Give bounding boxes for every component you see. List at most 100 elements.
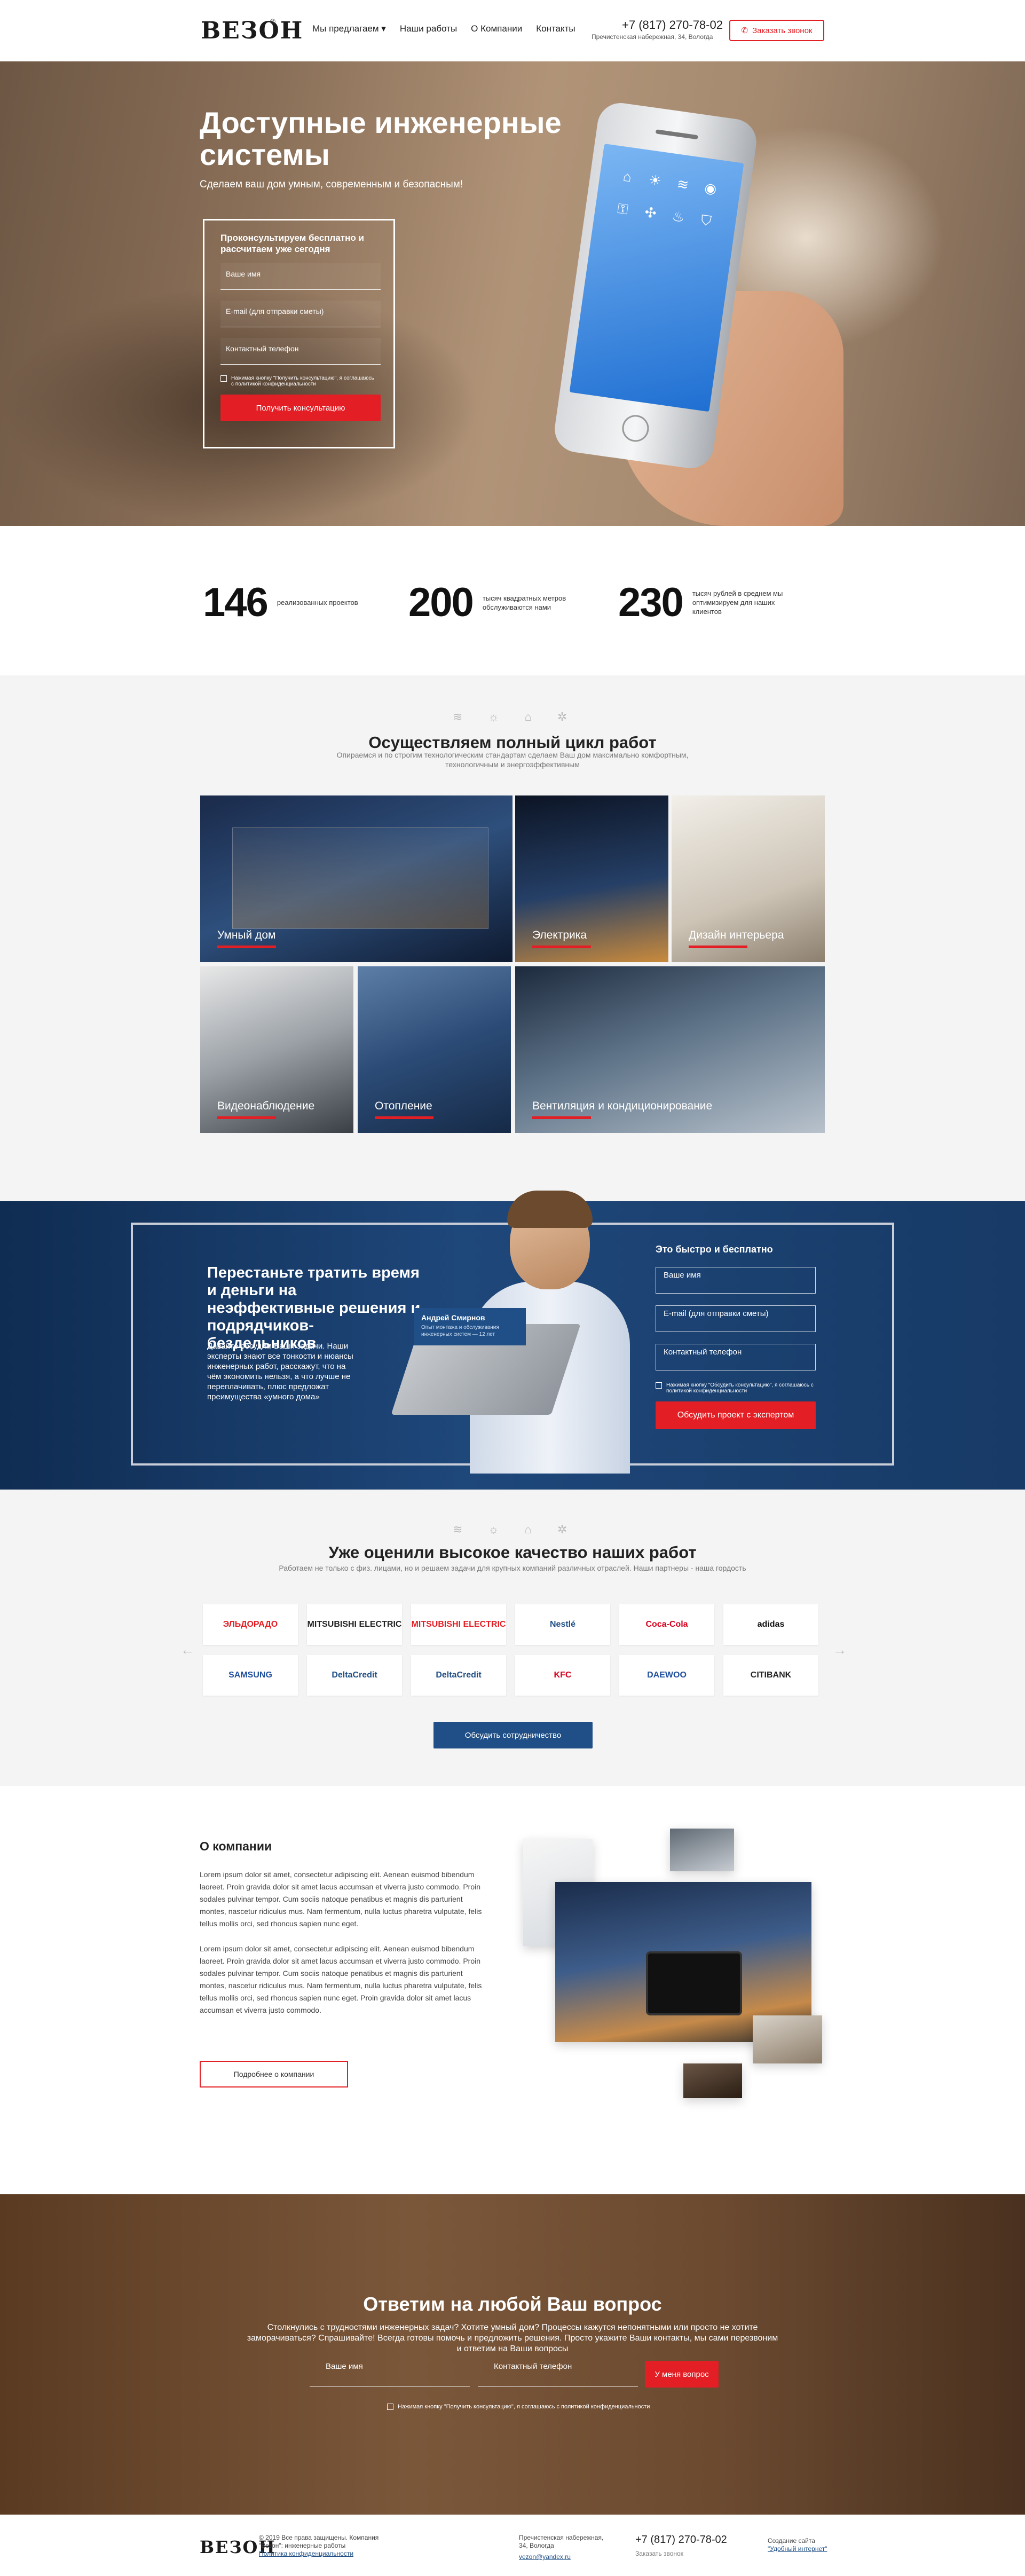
- partner-logo: KFC: [515, 1655, 610, 1696]
- copyright-text: © 2019 Все права защищены. Компания "Вез…: [259, 2534, 379, 2549]
- shield-icon: ⛉: [699, 211, 713, 230]
- fan-icon: ✣: [643, 204, 658, 222]
- wifi-icon: ≋: [453, 710, 463, 723]
- services-title: Осуществляем полный цикл работ: [368, 733, 657, 752]
- privacy-agreement: Нажимая кнопку "Обсудить консультацию", …: [656, 1382, 826, 1394]
- agree-checkbox[interactable]: [387, 2404, 393, 2410]
- name-field[interactable]: Ваше имя: [220, 263, 381, 290]
- hero-section: Доступные инженерные системы Сделаем ваш…: [0, 61, 1025, 526]
- name-field[interactable]: Ваше имя: [310, 2360, 470, 2386]
- email-field[interactable]: E-mail (для отправки сметы): [656, 1305, 816, 1332]
- agree-text: Нажимая кнопку "Получить консультацию", …: [231, 375, 374, 387]
- partner-logo: adidas: [723, 1604, 818, 1645]
- expert-form: Это быстро и бесплатно Ваше имя E-mail (…: [656, 1244, 826, 1429]
- tile-label: Умный дом: [217, 929, 276, 941]
- home-icon: ⌂: [622, 168, 633, 185]
- nav-item-company[interactable]: О Компании: [471, 23, 522, 34]
- interior-image: [683, 2063, 742, 2098]
- cottage-image: [753, 2015, 822, 2063]
- phone-field[interactable]: Контактный телефон: [656, 1344, 816, 1370]
- camera-icon: ◉: [703, 179, 718, 198]
- expert-section: Перестаньте тратить время и деньги на не…: [0, 1191, 1025, 1490]
- nav-item-contacts[interactable]: Контакты: [536, 23, 575, 34]
- bulb-icon: ☼: [488, 710, 499, 723]
- tile-smart-home[interactable]: Умный дом: [200, 795, 512, 962]
- footer-address: Пречистенская набережная, 34, Вологда: [519, 2534, 604, 2549]
- developer-link[interactable]: "Удобный интернет": [768, 2545, 827, 2553]
- order-call-button[interactable]: ✆ Заказать звонок: [729, 20, 824, 41]
- stat-text: реализованных проектов: [277, 598, 358, 606]
- partner-logo: Nestlé: [515, 1604, 610, 1645]
- stat-number: 146: [203, 580, 269, 625]
- privacy-agreement: Нажимая кнопку "Получить консультацию", …: [220, 375, 377, 387]
- about-title: О компании: [200, 1839, 272, 1853]
- question-subtitle: Столкнулись с трудностями инженерных зад…: [247, 2323, 778, 2353]
- header-phone[interactable]: +7 (817) 270-78-02: [622, 18, 723, 32]
- tile-accent-bar: [532, 1116, 591, 1119]
- wifi-icon: ≋: [453, 1523, 463, 1536]
- tile-accent-bar: [217, 1116, 276, 1119]
- agree-checkbox[interactable]: [656, 1382, 662, 1389]
- expert-form-title: Это быстро и бесплатно: [656, 1244, 773, 1255]
- phone-field[interactable]: Контактный телефон: [220, 338, 381, 365]
- hero-subtitle: Сделаем ваш дом умным, современным и без…: [200, 179, 463, 190]
- footer-address-block: Пречистенская набережная, 34, Вологда ve…: [519, 2534, 610, 2561]
- email-field[interactable]: E-mail (для отправки сметы): [220, 301, 381, 327]
- tile-electrics[interactable]: Электрика: [515, 795, 668, 962]
- tile-interior-design[interactable]: Дизайн интерьера: [672, 795, 825, 962]
- about-paragraph: Lorem ipsum dolor sit amet, consectetur …: [200, 1870, 482, 1928]
- discuss-cooperation-button[interactable]: Обсудить сотрудничество: [433, 1722, 593, 1748]
- site-header: ВЕЗОН ® Мы предлагаем ▾ Наши работы О Ко…: [0, 0, 1025, 61]
- expert-badge: Андрей Смирнов Опыт монтажа и обслуживан…: [414, 1308, 526, 1345]
- discuss-with-expert-button[interactable]: Обсудить проект с экспертом: [656, 1401, 816, 1429]
- bulb-icon: ☼: [488, 1523, 499, 1536]
- hero-title: Доступные инженерные системы: [200, 106, 562, 171]
- tile-label: Электрика: [532, 929, 587, 941]
- footer-phone[interactable]: +7 (817) 270-78-02: [635, 2534, 727, 2546]
- chevron-down-icon: ▾: [381, 23, 386, 34]
- gear-icon: ✲: [557, 710, 567, 723]
- logo-registered-mark: ®: [270, 17, 275, 26]
- lock-icon: ⚿: [616, 200, 629, 218]
- privacy-policy-link[interactable]: Политика конфиденциальности: [259, 2550, 403, 2558]
- partner-logo: DeltaCredit: [411, 1655, 506, 1696]
- footer-order-call-link[interactable]: Заказать звонок: [635, 2550, 683, 2557]
- services-subtitle: Опираемся и по строгим технологическим с…: [336, 751, 689, 769]
- tile-label: Отопление: [375, 1100, 432, 1112]
- home-icon: ⌂: [524, 710, 532, 723]
- temperature-icon: ♨: [671, 208, 686, 226]
- light-icon: ☀: [648, 171, 663, 190]
- footer-copyright: © 2019 Все права защищены. Компания "Вез…: [259, 2534, 403, 2558]
- agree-checkbox[interactable]: [220, 375, 227, 382]
- main-nav: Мы предлагаем ▾ Наши работы О Компании К…: [312, 23, 575, 34]
- question-title: Ответим на любой Ваш вопрос: [363, 2293, 662, 2315]
- tile-label: Вентиляция и кондиционирование: [532, 1100, 713, 1112]
- carousel-next-arrow[interactable]: →: [833, 1642, 847, 1658]
- tile-heating[interactable]: Отопление: [358, 966, 511, 1133]
- phone-field[interactable]: Контактный телефон: [478, 2360, 638, 2386]
- tile-accent-bar: [689, 946, 747, 948]
- expert-text: Давайте обсудим Ваши задачи. Наши экспер…: [207, 1342, 353, 1401]
- footer-email[interactable]: vezon@yandex.ru: [519, 2553, 610, 2561]
- services-section: ≋ ☼ ⌂ ✲ Осуществляем полный цикл работ О…: [0, 675, 1025, 1201]
- carousel-prev-arrow[interactable]: ←: [180, 1642, 194, 1658]
- site-logo[interactable]: ВЕЗОН ®: [201, 17, 302, 48]
- get-consultation-button[interactable]: Получить консультацию: [220, 395, 381, 421]
- nav-item-offer[interactable]: Мы предлагаем ▾: [312, 23, 386, 34]
- about-collage: [523, 1829, 822, 2128]
- name-field[interactable]: Ваше имя: [656, 1267, 816, 1294]
- partner-logo: SAMSUNG: [203, 1655, 298, 1696]
- tile-ventilation[interactable]: Вентиляция и кондиционирование: [515, 966, 825, 1133]
- ask-question-button[interactable]: У меня вопрос: [645, 2361, 719, 2388]
- more-about-company-button[interactable]: Подробнее о компании: [200, 2061, 348, 2087]
- stat-savings: 230 тысяч рублей в среднем мы оптимизиру…: [618, 579, 799, 626]
- partners-title: Уже оценили высокое качество наших работ: [328, 1543, 697, 1562]
- nav-item-works[interactable]: Наши работы: [400, 23, 457, 34]
- partners-section: ≋ ☼ ⌂ ✲ Уже оценили высокое качество наш…: [0, 1490, 1025, 1786]
- tile-video-surveillance[interactable]: Видеонаблюдение: [200, 966, 353, 1133]
- stat-projects: 146 реализованных проектов: [203, 579, 384, 626]
- consultation-form: Проконсультируем бесплатно и рассчитаем …: [203, 219, 395, 448]
- partner-logo: ЭЛЬДОРАДО: [203, 1604, 298, 1645]
- partner-logo: DeltaCredit: [307, 1655, 402, 1696]
- about-section: О компании Lorem ipsum dolor sit amet, c…: [0, 1786, 1025, 2194]
